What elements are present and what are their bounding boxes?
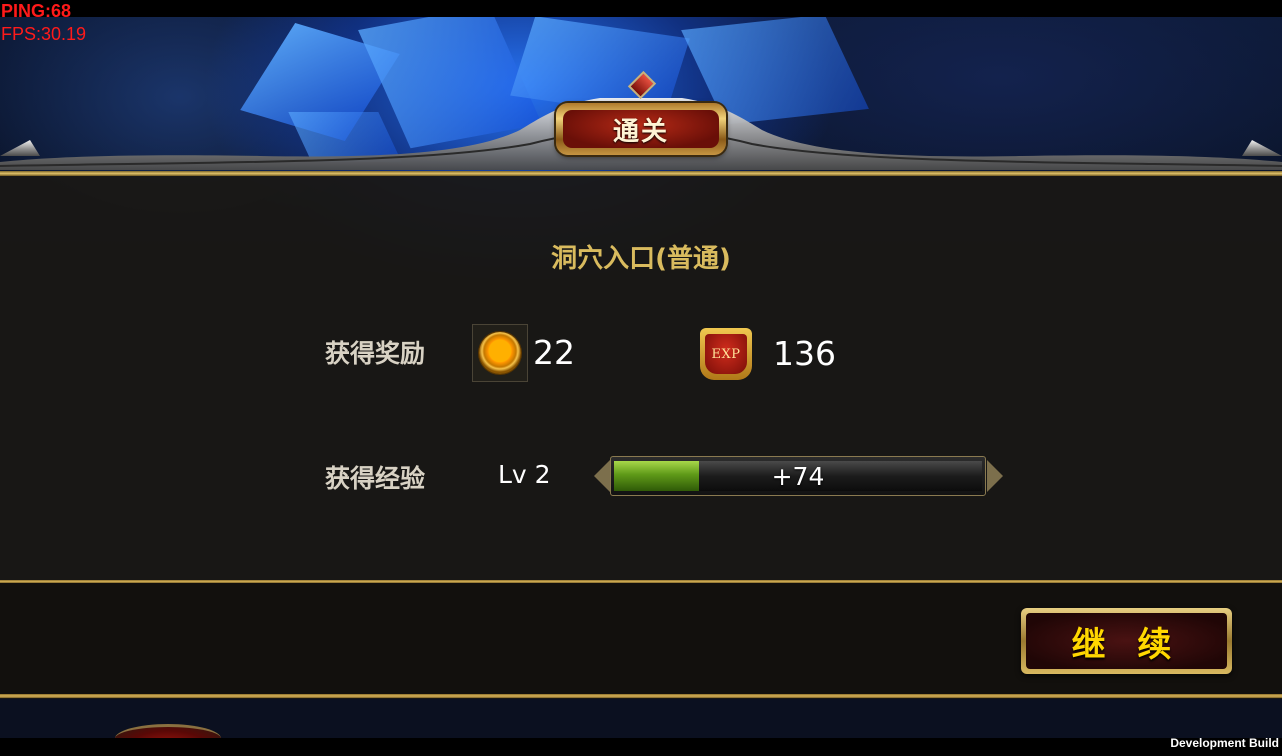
continue-button[interactable]: 继 续 [1021, 608, 1232, 674]
exp-amount: 136 [773, 334, 836, 373]
gold-amount: 22 [533, 333, 575, 372]
letterbox-bottom [0, 738, 1282, 756]
level-text: Lv 2 [498, 460, 551, 489]
continue-button-label: 继 续 [1026, 613, 1227, 669]
stage-name: 洞穴入口(普通) [551, 244, 731, 274]
experience-label: 获得经验 [325, 464, 426, 493]
rewards-label: 获得奖励 [325, 339, 426, 368]
exp-badge-icon: EXP [700, 328, 752, 380]
xp-gain-text: +74 [771, 461, 825, 491]
gold-coin-icon [479, 332, 521, 374]
xp-bar-right-cap [987, 460, 1003, 492]
panel-divider [0, 580, 1282, 583]
panel-bottom-border [0, 694, 1282, 698]
development-build-label: Development Build [1170, 736, 1279, 750]
title-plate: 通关 [556, 103, 726, 155]
gold-slot [472, 324, 528, 382]
exp-badge-text: EXP [705, 334, 747, 374]
xp-bar-left-cap [594, 460, 610, 492]
fps-readout: FPS:30.19 [1, 24, 87, 44]
ping-readout: PING:68 [1, 1, 72, 21]
letterbox-top [0, 0, 1282, 17]
dialog-title: 通关 [563, 110, 719, 148]
experience-progress-bar: +74 [610, 456, 986, 496]
